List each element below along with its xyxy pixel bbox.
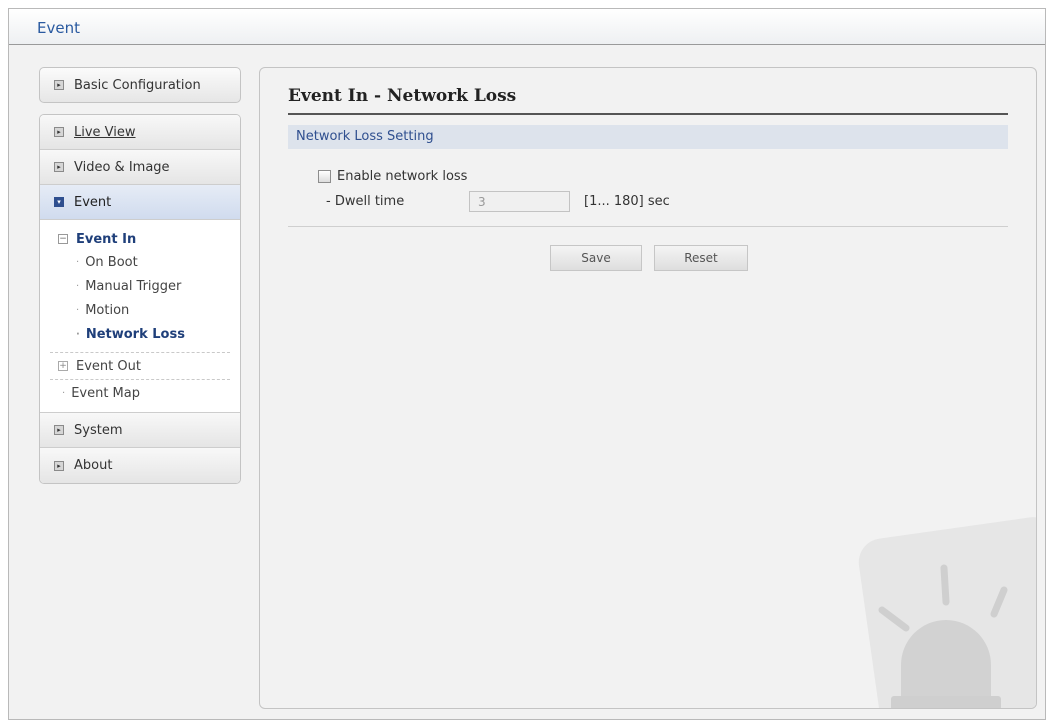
sidebar-item-event[interactable]: ▾ Event [40, 185, 240, 220]
submenu-item-network-loss[interactable]: · Network Loss [40, 322, 240, 346]
sidebar-item-label: Video & Image [74, 159, 170, 175]
event-submenu: − Event In · On Boot · Manual Trigger · … [40, 220, 240, 413]
bullet-icon: · [76, 280, 80, 292]
sidebar-item-live-view[interactable]: ▸ Live View [40, 115, 240, 150]
bullet-icon: · [76, 304, 80, 316]
enable-network-loss-label: Enable network loss [337, 169, 468, 184]
divider [288, 226, 1008, 227]
enable-network-loss-checkbox[interactable] [318, 170, 331, 183]
expand-icon: ▸ [54, 425, 64, 435]
submenu-item-label: Network Loss [85, 326, 185, 342]
expand-icon: ▸ [54, 460, 64, 471]
sidebar-menu: ▸ Live View ▸ Video & Image ▾ Event − Ev… [39, 114, 241, 484]
submenu-item-motion[interactable]: · Motion [40, 298, 240, 322]
expand-icon: ▸ [54, 80, 64, 90]
sidebar-item-system[interactable]: ▸ System [40, 413, 240, 448]
submenu-event-map[interactable]: · Event Map [40, 380, 240, 406]
sidebar: ▸ Basic Configuration ▸ Live View ▸ Vide… [39, 67, 241, 484]
bullet-icon: · [76, 328, 80, 340]
submenu-item-label: On Boot [85, 254, 138, 270]
collapse-icon: ▾ [54, 197, 64, 207]
save-button[interactable]: Save [550, 245, 642, 271]
expand-icon: ▸ [54, 162, 64, 172]
submenu-label: Event In [76, 231, 137, 247]
submenu-item-label: Manual Trigger [85, 278, 182, 294]
dwell-time-input[interactable] [469, 191, 570, 212]
submenu-label: Event Map [71, 385, 140, 401]
sidebar-item-label: Event [74, 194, 112, 210]
app-window: Event ▸ Basic Configuration ▸ Live View … [8, 8, 1046, 720]
reset-button[interactable]: Reset [654, 245, 748, 271]
enable-network-loss-row: Enable network loss [318, 169, 467, 184]
submenu-item-on-boot[interactable]: · On Boot [40, 250, 240, 274]
bullet-icon: · [76, 256, 80, 268]
submenu-item-manual-trigger[interactable]: · Manual Trigger [40, 274, 240, 298]
bullet-icon: · [62, 387, 66, 399]
sidebar-item-label: Live View [74, 124, 136, 140]
page-title: Event In - Network Loss [288, 86, 517, 106]
sidebar-item-video-image[interactable]: ▸ Video & Image [40, 150, 240, 185]
main-panel: Event In - Network Loss Network Loss Set… [259, 67, 1037, 709]
minus-icon: − [58, 233, 68, 244]
title-divider [288, 113, 1008, 115]
submenu-label: Event Out [76, 358, 141, 374]
dwell-time-range: [1... 180] sec [584, 194, 670, 209]
sidebar-item-label: System [74, 422, 123, 438]
dwell-time-label: - Dwell time [326, 194, 405, 209]
window-title: Event [37, 19, 80, 37]
submenu-event-in[interactable]: − Event In [40, 228, 240, 250]
alarm-light-icon [858, 517, 1036, 708]
submenu-event-out[interactable]: + Event Out [40, 353, 240, 379]
sidebar-item-label: Basic Configuration [74, 77, 201, 93]
sidebar-item-label: About [74, 458, 113, 473]
title-bar: Event [9, 9, 1045, 45]
plus-icon: + [58, 360, 68, 371]
sidebar-item-about[interactable]: ▸ About [40, 448, 240, 483]
sidebar-item-basic-configuration[interactable]: ▸ Basic Configuration [39, 67, 241, 103]
submenu-item-label: Motion [85, 302, 130, 318]
section-header: Network Loss Setting [288, 125, 1008, 149]
expand-icon: ▸ [54, 127, 64, 137]
